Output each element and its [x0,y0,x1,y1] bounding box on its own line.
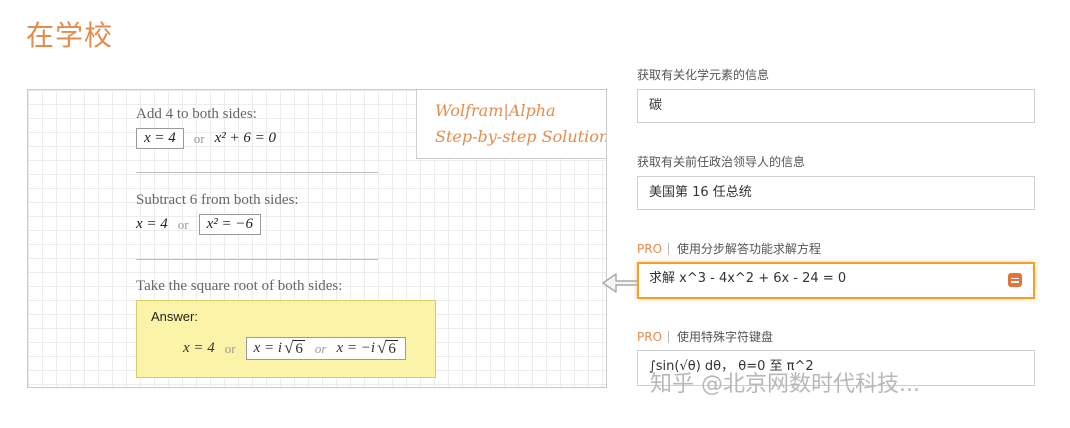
root1-radicand: 6 [293,340,305,357]
step1-right: x² + 6 = 0 [214,130,277,146]
example-label-politics: 获取有关前任政治领导人的信息 [637,155,806,169]
example-label-chemistry: 获取有关化学元素的信息 [637,68,770,82]
pro-badge: PRO [637,330,663,344]
example-input-equation[interactable]: 求解 x^3 - 4x^2 + 6x - 24 = 0 [637,262,1035,299]
step1-text: Add 4 to both sides: [136,106,257,122]
brand-line2: Step-by-step Solution [435,127,607,146]
step2-text: Subtract 6 from both sides: [136,192,299,208]
step-divider [136,172,378,173]
answer-roots-box: x = i √ 6 or x = −i √ 6 [245,337,406,360]
step1-or: or [193,130,205,146]
step2-or: or [177,216,189,232]
example-label-stepbystep: PRO 使用分步解答功能求解方程 [637,242,822,256]
example-input-politics[interactable]: 美国第 16 任总统 [637,176,1035,210]
step3-text: Take the square root of both sides: [136,278,343,294]
sqrt-symbol: √ 6 [377,338,398,357]
watermark: 知乎 @北京网数时代科技... [650,372,920,397]
sqrt-symbol: √ 6 [284,338,305,357]
brand-line1: Wolfram|Alpha [435,101,556,120]
answer-math: x = 4 or x = i √ 6 or x = −i √ 6 [183,337,406,360]
step2-left: x = 4 [136,216,168,232]
root2-prefix: x = −i [336,340,376,356]
answer-label: Answer: [151,309,198,324]
section-title: 在学校 [26,19,114,52]
step-divider [136,259,378,260]
step1-left: x = 4 [136,128,184,149]
answer-left: x = 4 [183,340,215,356]
equals-icon[interactable] [1008,273,1022,287]
wolfram-brand-box: Wolfram|Alpha Step-by-step Solution [416,90,607,159]
pointer-arrow-icon [602,273,639,293]
step2-math: x = 4 or x² = −6 [136,214,262,235]
answer-box: Answer: x = 4 or x = i √ 6 or x = −i √ 6 [136,300,436,378]
step1-math: x = 4 or x² + 6 = 0 [136,128,276,149]
pro-badge: PRO [637,242,663,256]
example-label-keyboard: PRO 使用特殊字符键盘 [637,330,774,344]
step2-right: x² = −6 [198,214,262,235]
example-input-chemistry[interactable]: 碳 [637,89,1035,123]
step-by-step-panel: Wolfram|Alpha Step-by-step Solution Add … [27,89,607,388]
answer-or2: or [314,340,327,356]
root2-radicand: 6 [386,340,398,357]
answer-or: or [224,340,236,356]
root1-prefix: x = i [253,340,283,356]
